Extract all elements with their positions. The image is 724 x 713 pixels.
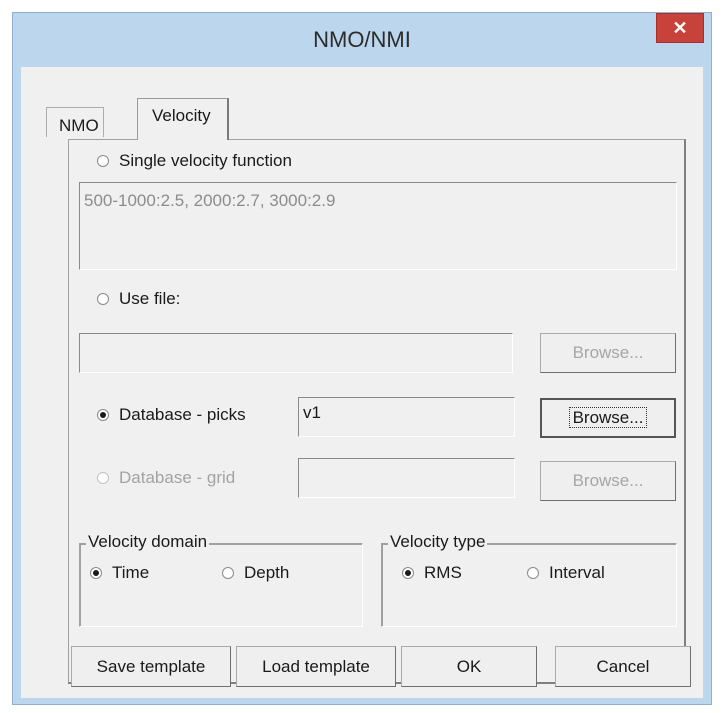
radio-indicator [97, 472, 109, 484]
velocity-domain-label: Velocity domain [86, 532, 210, 552]
database-picks-browse-button[interactable]: Browse... [540, 398, 676, 438]
use-file-label: Use file: [119, 289, 181, 308]
cancel-label: Cancel [596, 657, 650, 676]
single-velocity-radio[interactable]: Single velocity function [97, 151, 292, 171]
radio-indicator [97, 155, 109, 167]
browse-label: Browse... [572, 471, 644, 490]
type-rms-radio[interactable]: RMS [402, 563, 462, 583]
radio-indicator [90, 567, 102, 579]
velocity-type-group: Velocity type RMS Interval [381, 532, 677, 627]
type-rms-label: RMS [424, 563, 462, 582]
database-picks-label: Database - picks [119, 405, 246, 424]
domain-depth-radio[interactable]: Depth [222, 563, 289, 583]
radio-indicator [222, 567, 234, 579]
use-file-radio[interactable]: Use file: [97, 289, 180, 309]
velocity-domain-group: Velocity domain Time Depth [79, 532, 363, 627]
use-file-input[interactable] [79, 333, 513, 373]
dialog-client: NMO Velocity Single velocity function 50… [21, 67, 703, 698]
single-velocity-textarea[interactable]: 500-1000:2.5, 2000:2.7, 3000:2.9 [79, 182, 677, 270]
database-grid-radio[interactable]: Database - grid [97, 468, 235, 488]
load-template-label: Load template [262, 657, 370, 676]
ok-button[interactable]: OK [401, 646, 537, 687]
velocity-type-label: Velocity type [388, 532, 488, 552]
domain-time-label: Time [112, 563, 150, 582]
domain-time-radio[interactable]: Time [90, 563, 149, 583]
single-velocity-label: Single velocity function [119, 151, 292, 170]
dialog-window: NMO/NMI ✕ NMO Velocity Single velocity f… [12, 12, 712, 705]
load-template-button[interactable]: Load template [236, 646, 396, 687]
radio-indicator [97, 409, 109, 421]
domain-depth-label: Depth [244, 563, 290, 582]
cancel-button[interactable]: Cancel [555, 646, 691, 687]
database-grid-label: Database - grid [119, 468, 236, 487]
database-picks-radio[interactable]: Database - picks [97, 405, 246, 425]
type-interval-label: Interval [549, 563, 605, 582]
use-file-browse-button[interactable]: Browse... [540, 333, 676, 373]
velocity-tab-panel: Single velocity function 500-1000:2.5, 2… [68, 139, 686, 684]
title-bar: NMO/NMI ✕ [13, 13, 711, 67]
database-grid-browse-button[interactable]: Browse... [540, 461, 676, 501]
browse-label: Browse... [568, 407, 648, 428]
tab-nmo[interactable]: NMO [46, 107, 104, 137]
database-picks-input[interactable]: v1 [298, 397, 515, 437]
close-button[interactable]: ✕ [656, 13, 704, 43]
radio-indicator [402, 567, 414, 579]
tab-velocity[interactable]: Velocity [137, 98, 229, 140]
browse-label: Browse... [572, 343, 644, 362]
save-template-button[interactable]: Save template [71, 646, 231, 687]
database-grid-input[interactable] [298, 458, 515, 498]
close-icon: ✕ [672, 18, 688, 38]
radio-indicator [97, 293, 109, 305]
save-template-label: Save template [96, 657, 206, 676]
ok-label: OK [456, 657, 482, 676]
type-interval-radio[interactable]: Interval [527, 563, 605, 583]
radio-indicator [527, 567, 539, 579]
window-title: NMO/NMI [313, 27, 411, 52]
